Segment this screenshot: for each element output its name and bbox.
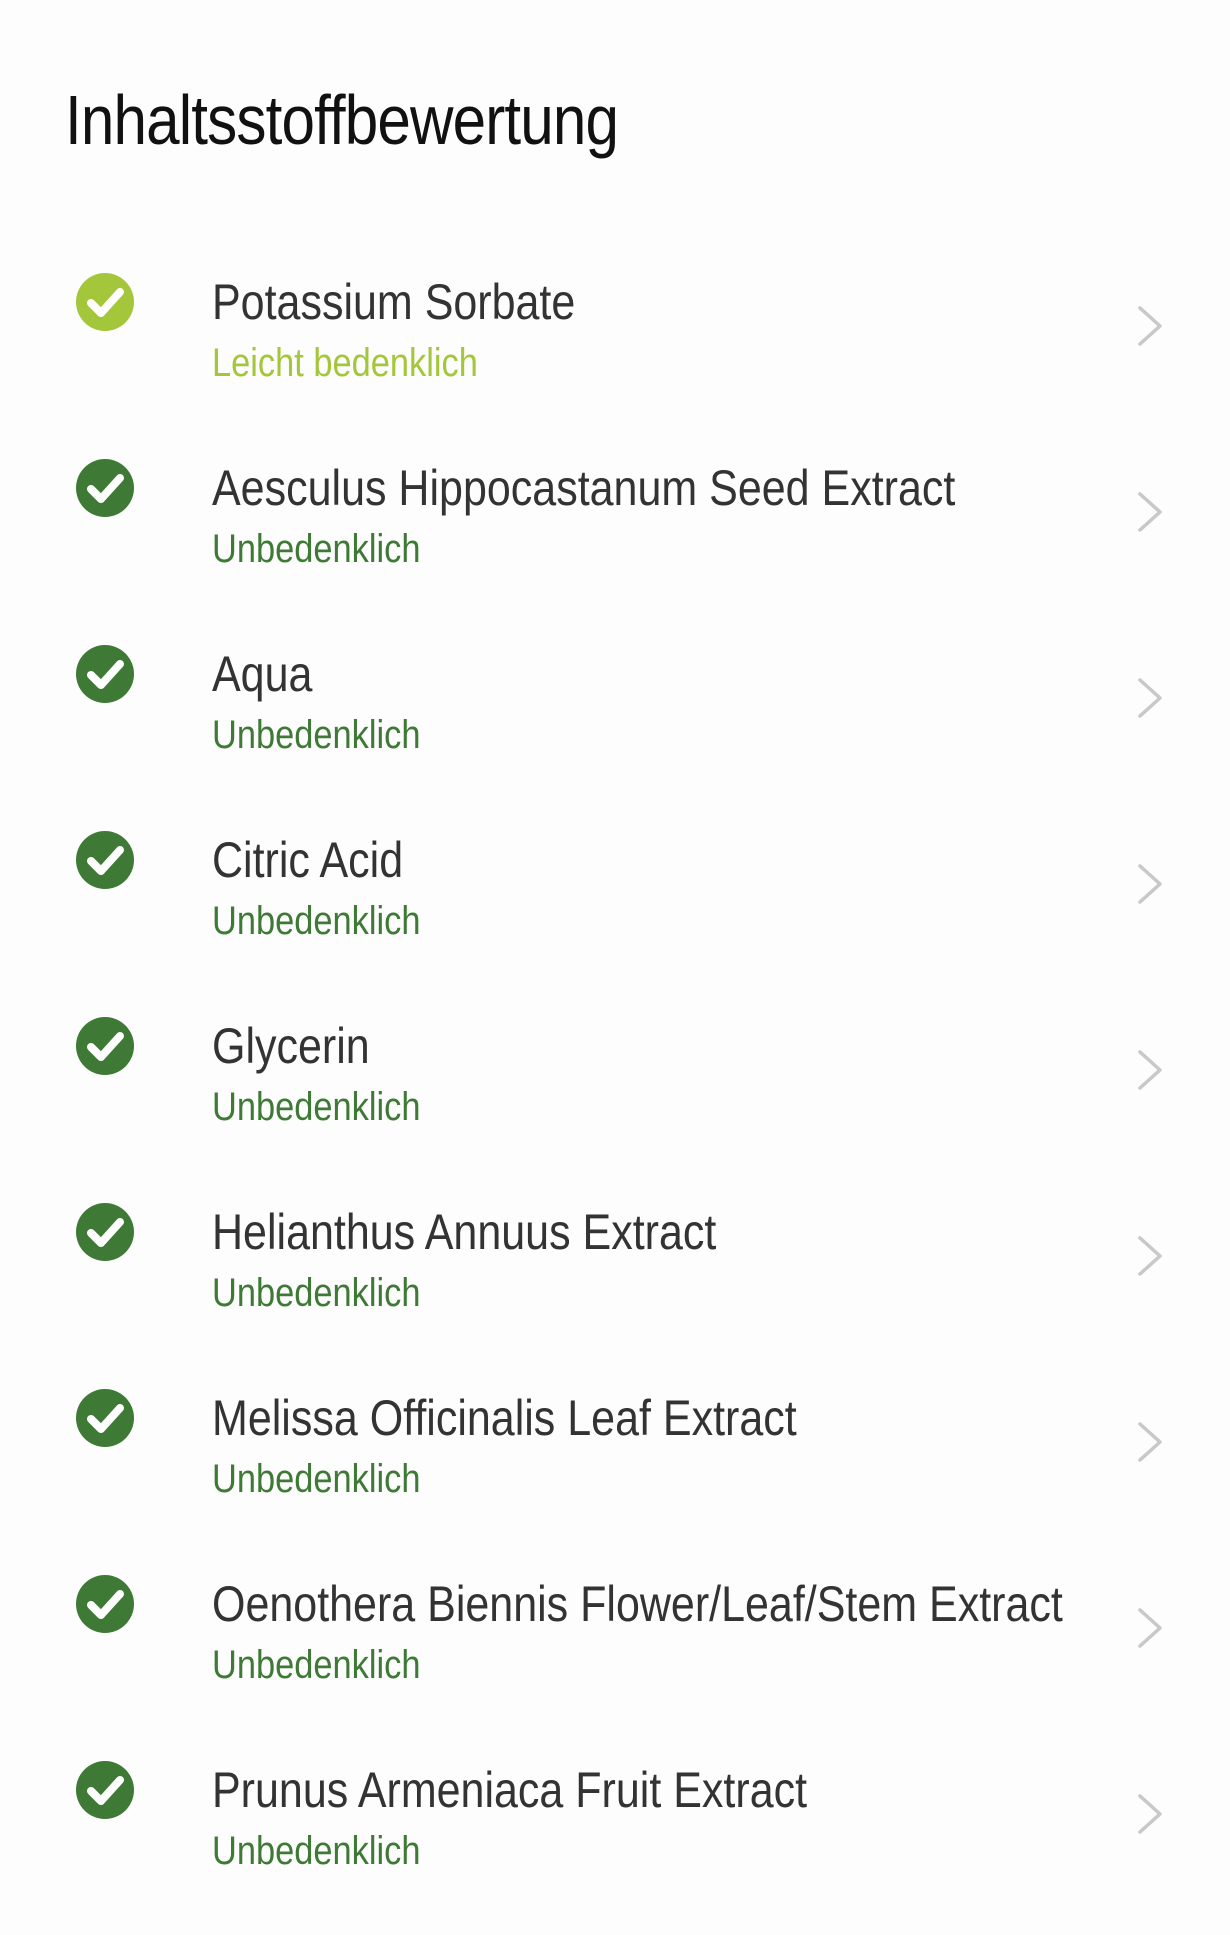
check-circle-icon — [75, 830, 135, 890]
chevron-right-icon — [1135, 676, 1165, 720]
ingredient-row[interactable]: Aqua Unbedenklich — [0, 605, 1230, 791]
ingredient-rating: Unbedenklich — [212, 1085, 421, 1129]
check-circle-icon — [75, 1388, 135, 1448]
chevron-right-icon — [1135, 1420, 1165, 1464]
chevron-right-icon — [1135, 1234, 1165, 1278]
check-circle-icon — [75, 272, 135, 332]
ingredient-row[interactable]: Prunus Armeniaca Fruit Extract Unbedenkl… — [0, 1721, 1230, 1907]
ingredient-name: Prunus Armeniaca Fruit Extract — [212, 1762, 808, 1818]
ingredient-rating: Leicht bedenklich — [212, 341, 478, 385]
ingredient-rating: Unbedenklich — [212, 899, 421, 943]
ingredient-list: Potassium Sorbate Leicht bedenklich Aesc… — [0, 233, 1230, 1907]
check-circle-icon — [75, 644, 135, 704]
ingredient-name: Glycerin — [212, 1018, 370, 1074]
chevron-right-icon — [1135, 1606, 1165, 1650]
chevron-right-icon — [1135, 490, 1165, 534]
ingredient-rating-page: Inhaltsstoffbewertung Potassium Sorbate … — [0, 0, 1230, 1935]
ingredient-rating: Unbedenklich — [212, 1643, 421, 1687]
ingredient-row[interactable]: Melissa Officinalis Leaf Extract Unbeden… — [0, 1349, 1230, 1535]
check-circle-icon — [75, 1574, 135, 1634]
ingredient-rating: Unbedenklich — [212, 713, 421, 757]
chevron-right-icon — [1135, 304, 1165, 348]
check-circle-icon — [75, 1760, 135, 1820]
chevron-right-icon — [1135, 1048, 1165, 1092]
check-circle-icon — [75, 1016, 135, 1076]
ingredient-row[interactable]: Helianthus Annuus Extract Unbedenklich — [0, 1163, 1230, 1349]
ingredient-name: Potassium Sorbate — [212, 274, 576, 330]
check-circle-icon — [75, 1202, 135, 1262]
ingredient-name: Aesculus Hippocastanum Seed Extract — [212, 460, 956, 516]
ingredient-row[interactable]: Aesculus Hippocastanum Seed Extract Unbe… — [0, 419, 1230, 605]
chevron-right-icon — [1135, 862, 1165, 906]
chevron-right-icon — [1135, 1792, 1165, 1836]
ingredient-row[interactable]: Potassium Sorbate Leicht bedenklich — [0, 233, 1230, 419]
check-circle-icon — [75, 458, 135, 518]
ingredient-row[interactable]: Glycerin Unbedenklich — [0, 977, 1230, 1163]
page-title: Inhaltsstoffbewertung — [65, 81, 619, 159]
ingredient-name: Helianthus Annuus Extract — [212, 1204, 717, 1260]
ingredient-row[interactable]: Citric Acid Unbedenklich — [0, 791, 1230, 977]
ingredient-row[interactable]: Oenothera Biennis Flower/Leaf/Stem Extra… — [0, 1535, 1230, 1721]
ingredient-rating: Unbedenklich — [212, 527, 421, 571]
ingredient-name: Melissa Officinalis Leaf Extract — [212, 1390, 797, 1446]
ingredient-rating: Unbedenklich — [212, 1271, 421, 1315]
ingredient-name: Oenothera Biennis Flower/Leaf/Stem Extra… — [212, 1576, 1063, 1632]
ingredient-rating: Unbedenklich — [212, 1457, 421, 1501]
ingredient-rating: Unbedenklich — [212, 1829, 421, 1873]
ingredient-name: Aqua — [212, 646, 313, 702]
ingredient-name: Citric Acid — [212, 832, 404, 888]
